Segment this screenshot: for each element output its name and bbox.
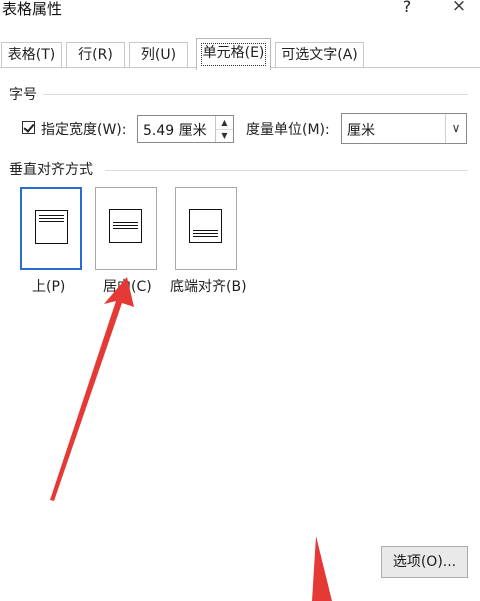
width-value[interactable]: 5.49 厘米 <box>143 120 207 140</box>
tab-alt-text[interactable]: 可选文字(A) <box>275 42 364 68</box>
spin-down-icon[interactable]: ▼ <box>216 129 233 142</box>
spinner-buttons: ▲ ▼ <box>215 116 233 142</box>
tab-table[interactable]: 表格(T) <box>1 42 62 68</box>
vertical-alignment-divider <box>105 170 468 171</box>
chevron-down-icon[interactable]: ∨ <box>445 114 466 143</box>
spin-up-icon[interactable]: ▲ <box>216 116 233 130</box>
tab-cell-label: 单元格(E) <box>202 45 265 61</box>
options-button[interactable]: 选项(O)... <box>381 546 468 578</box>
title-bar: 表格属性 ? × <box>0 0 480 22</box>
align-bottom-label[interactable]: 底端对齐(B) <box>170 276 247 296</box>
help-button[interactable]: ? <box>399 0 415 16</box>
tab-column[interactable]: 列(U) <box>129 42 188 68</box>
align-center-label[interactable]: 居中(C) <box>103 276 152 296</box>
measure-unit-value: 厘米 <box>347 123 375 139</box>
cell-tab-panel <box>0 67 480 601</box>
width-spinner[interactable]: 5.49 厘米 ▲ ▼ <box>137 115 234 143</box>
measure-unit-select[interactable]: 厘米 ∨ <box>341 113 467 144</box>
align-bottom-button[interactable] <box>175 187 237 270</box>
close-button[interactable]: × <box>451 0 467 16</box>
align-top-label[interactable]: 上(P) <box>32 276 65 296</box>
tab-cell[interactable]: 单元格(E) <box>196 38 271 70</box>
measure-label: 度量单位(M): <box>246 122 330 138</box>
tab-row[interactable]: 行(R) <box>66 42 125 68</box>
align-bottom-icon <box>189 209 222 243</box>
size-group-label: 字号 <box>9 87 37 103</box>
checkmark-icon <box>23 121 35 133</box>
vertical-alignment-label: 垂直对齐方式 <box>9 162 93 178</box>
align-center-button[interactable] <box>95 187 157 270</box>
align-top-icon <box>35 210 68 244</box>
window-title: 表格属性 <box>2 0 63 18</box>
align-top-button[interactable] <box>20 187 82 270</box>
preferred-width-label: 指定宽度(W): <box>41 122 127 138</box>
preferred-width-checkbox[interactable] <box>22 121 35 134</box>
size-group-divider <box>43 94 468 95</box>
align-center-icon <box>109 209 142 243</box>
